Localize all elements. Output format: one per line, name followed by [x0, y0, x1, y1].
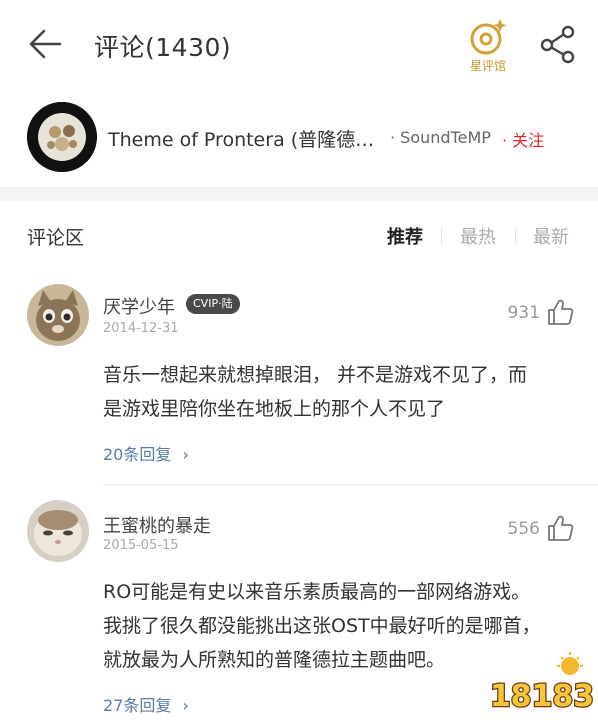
page-title: 评论(1430) — [94, 33, 232, 62]
tab-newest[interactable]: 最新 — [533, 223, 569, 249]
replies-count: 20条回复 — [103, 445, 172, 464]
avatar[interactable] — [27, 500, 89, 562]
back-arrow-icon[interactable] — [26, 24, 66, 64]
star-vinyl-icon — [470, 19, 507, 55]
tab-separator — [441, 227, 442, 245]
site-watermark-logo: 18183 — [489, 652, 595, 720]
avatar[interactable] — [27, 284, 89, 346]
share-icon[interactable] — [538, 24, 578, 64]
svg-text:18183: 18183 — [490, 679, 594, 714]
song-artist[interactable]: · SoundTeMP — [390, 128, 491, 147]
comment-area-title: 评论区 — [27, 227, 85, 249]
comment-divider — [103, 484, 598, 485]
comment-text-line: 就放最为人所熟知的普隆德拉主题曲吧。 — [103, 649, 446, 671]
comment-date: 2015-05-15 — [103, 538, 179, 553]
chevron-right-icon: › — [182, 696, 189, 715]
song-title[interactable]: Theme of Prontera (普隆德… — [108, 125, 374, 152]
tab-hottest[interactable]: 最热 — [460, 223, 496, 249]
replies-link[interactable]: 27条回复 › — [103, 692, 189, 716]
comment-text-line: 是游戏里陪你坐在地板上的那个人不见了 — [103, 398, 446, 420]
thumbs-up-icon[interactable] — [546, 514, 574, 542]
album-cover[interactable] — [27, 102, 97, 172]
cvip-badge: CVIP·陆 — [186, 294, 240, 314]
star-hall-button[interactable]: 星评馆 — [462, 18, 514, 76]
thumbs-up-icon[interactable] — [546, 298, 574, 326]
like-count: 556 — [507, 519, 540, 539]
comment-date: 2014-12-31 — [103, 321, 179, 336]
chevron-right-icon: › — [182, 445, 189, 464]
tab-recommended[interactable]: 推荐 — [387, 223, 423, 249]
username[interactable]: 厌学少年 — [103, 293, 175, 319]
comment-text-line: 音乐一想起来就想掉眼泪， 并不是游戏不见了，而 — [103, 364, 528, 386]
section-divider — [0, 187, 598, 201]
username[interactable]: 王蜜桃的暴走 — [103, 512, 211, 538]
tab-separator — [515, 227, 516, 245]
comment-text-line: RO可能是有史以来音乐素质最高的一部网络游戏。 — [103, 581, 531, 603]
replies-count: 27条回复 — [103, 696, 172, 715]
star-hall-label: 星评馆 — [469, 59, 506, 73]
follow-button[interactable]: · 关注 — [502, 127, 544, 151]
replies-link[interactable]: 20条回复 › — [103, 441, 189, 465]
comment-text-line: 我挑了很久都没能挑出这张OST中最好听的是哪首， — [103, 615, 541, 637]
like-count: 931 — [507, 303, 540, 323]
